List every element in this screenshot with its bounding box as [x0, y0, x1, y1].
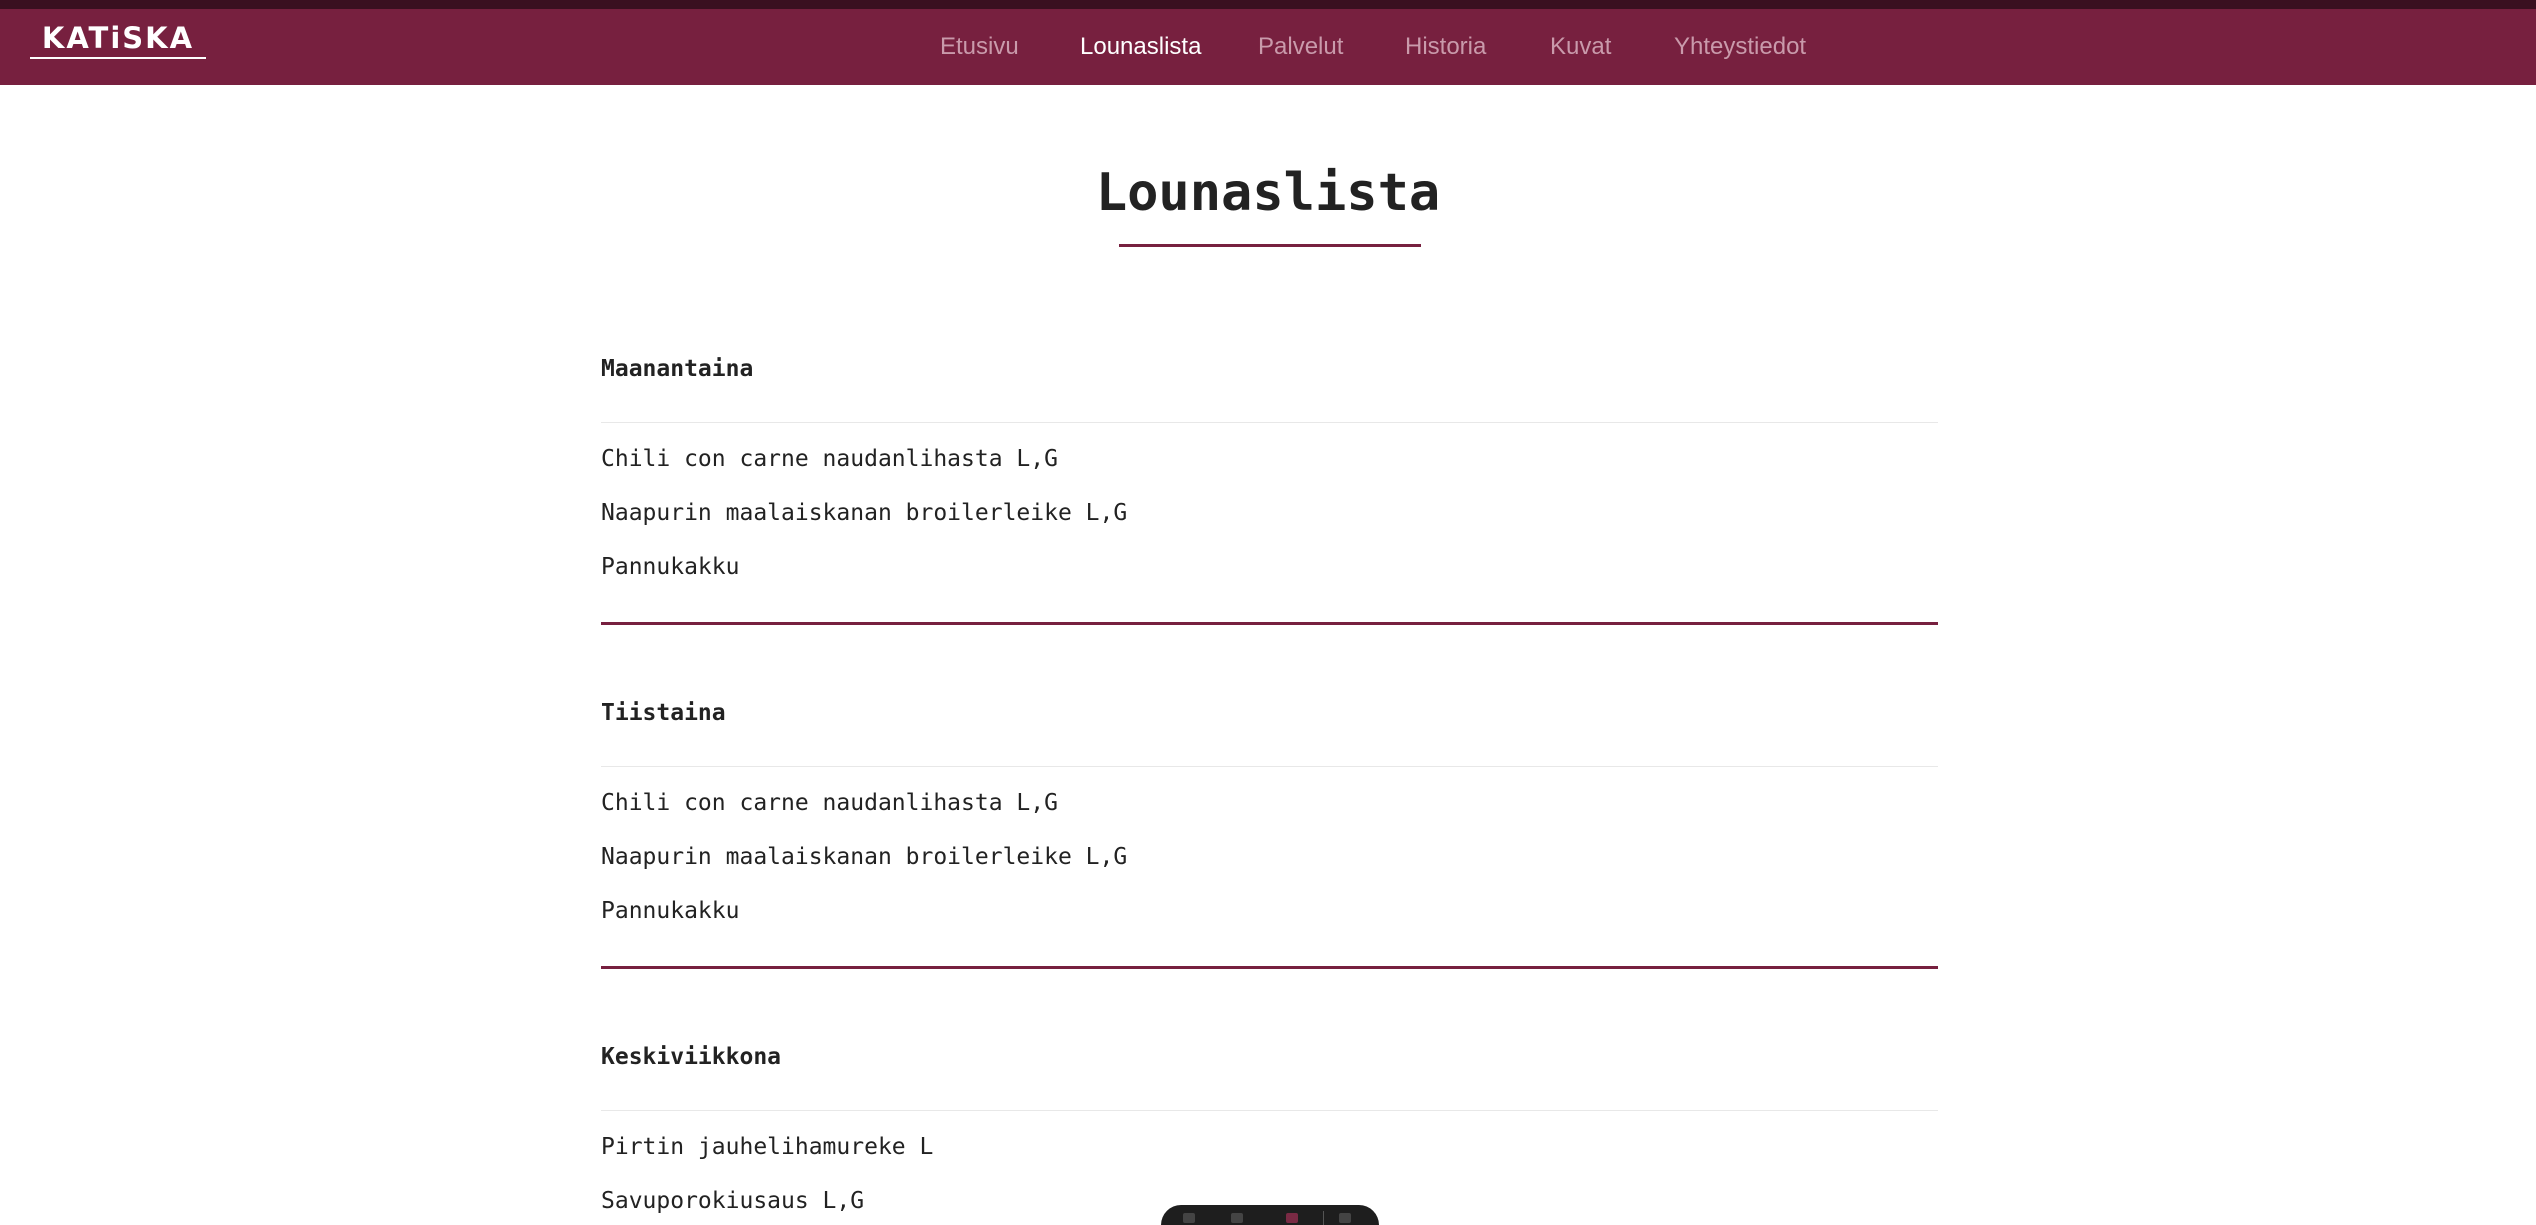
menu-item: Chili con carne naudanlihasta L,G	[601, 446, 1058, 472]
day-divider	[601, 1110, 1938, 1111]
day-separator	[601, 966, 1938, 969]
nav-item-historia[interactable]: Historia	[1405, 9, 1486, 85]
menu-item: Pannukakku	[601, 554, 740, 580]
title-underline	[1119, 244, 1421, 247]
toolbar-icon[interactable]	[1231, 1213, 1243, 1223]
nav-item-etusivu[interactable]: Etusivu	[940, 9, 1019, 85]
menu-item: Pirtin jauhelihamureke L	[601, 1134, 934, 1160]
nav-item-palvelut[interactable]: Palvelut	[1258, 9, 1343, 85]
menu-item: Chili con carne naudanlihasta L,G	[601, 790, 1058, 816]
day-title-keskiviikkona: Keskiviikkona	[601, 1044, 782, 1070]
day-divider	[601, 422, 1938, 423]
nav-item-yhteystiedot[interactable]: Yhteystiedot	[1674, 9, 1806, 85]
page-title: Lounaslista	[1095, 163, 1441, 223]
main-nav: Etusivu Lounaslista Palvelut Historia Ku…	[0, 9, 2536, 85]
menu-item: Savuporokiusaus L,G	[601, 1188, 865, 1214]
toolbar-separator	[1323, 1211, 1324, 1225]
top-strip	[0, 0, 2536, 9]
floating-toolbar[interactable]	[1161, 1205, 1379, 1225]
day-title-maanantaina: Maanantaina	[601, 356, 754, 382]
nav-item-lounaslista[interactable]: Lounaslista	[1080, 9, 1201, 85]
toolbar-icon[interactable]	[1183, 1213, 1195, 1223]
day-title-tiistaina: Tiistaina	[601, 700, 726, 726]
settings-icon[interactable]	[1339, 1213, 1351, 1223]
day-separator	[601, 622, 1938, 625]
menu-item: Naapurin maalaiskanan broilerleike L,G	[601, 844, 1128, 870]
record-icon[interactable]	[1286, 1213, 1298, 1223]
menu-item: Naapurin maalaiskanan broilerleike L,G	[601, 500, 1128, 526]
menu-item: Pannukakku	[601, 898, 740, 924]
nav-item-kuvat[interactable]: Kuvat	[1550, 9, 1611, 85]
day-divider	[601, 766, 1938, 767]
